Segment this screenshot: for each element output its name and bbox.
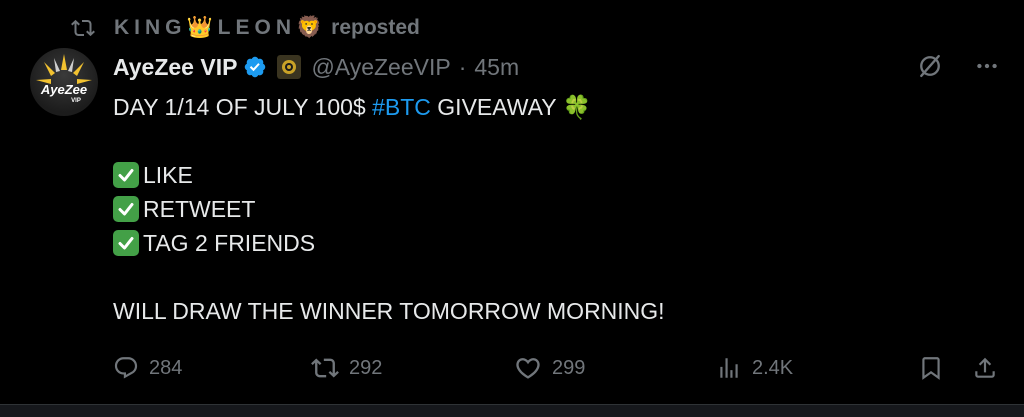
- tweet-closing: WILL DRAW THE WINNER TOMORROW MORNING!: [113, 298, 665, 324]
- like-count: 299: [552, 357, 586, 379]
- tweet-item: TAG 2 FRIENDS: [113, 226, 873, 260]
- verified-badge-icon[interactable]: [243, 55, 267, 79]
- bookmark-icon: [922, 357, 940, 380]
- views-count: 2.4K: [752, 357, 794, 379]
- reply-button[interactable]: 284: [113, 350, 182, 386]
- tweet-header: AyeZee VIP @AyeZeeVIP · 45m: [113, 50, 519, 84]
- tweet-text: DAY 1/14 OF JULY 100$ #BTC GIVEAWAY 🍀 LI…: [113, 90, 873, 328]
- check-mark-icon: [113, 162, 139, 188]
- header-actions: [916, 52, 1000, 80]
- tweet-item-text: RETWEET: [143, 196, 256, 222]
- reposted-label: reposted: [331, 16, 420, 39]
- more-icon[interactable]: [974, 53, 1000, 79]
- lion-emoji: 🦁: [296, 16, 328, 40]
- reply-count: 284: [149, 357, 183, 379]
- next-tweet-divider: [0, 404, 1024, 417]
- retweet-button[interactable]: 292: [311, 350, 382, 386]
- avatar-logo-icon: AyeZee VIP: [36, 54, 92, 104]
- tweet-item-text: LIKE: [143, 162, 193, 188]
- views-icon: [720, 358, 738, 378]
- tweet-time[interactable]: 45m: [474, 54, 519, 81]
- tweet-item: RETWEET: [113, 192, 873, 226]
- retweet-icon: [311, 358, 339, 378]
- author-handle[interactable]: @AyeZeeVIP: [311, 54, 450, 81]
- tweet-line-title: DAY 1/14 OF JULY 100$ #BTC GIVEAWAY 🍀: [113, 90, 873, 124]
- crown-emoji: 👑: [186, 16, 218, 40]
- reply-icon: [114, 357, 138, 379]
- avatar[interactable]: AyeZee VIP: [30, 48, 98, 116]
- repost-header[interactable]: KING👑LEON🦁 reposted: [70, 14, 420, 42]
- avatar-subtext: VIP: [71, 98, 81, 104]
- tweet-title-suffix: GIVEAWAY: [430, 94, 563, 120]
- reposter-name[interactable]: KING👑LEON🦁: [114, 16, 327, 40]
- reposter-name-part1: KING: [114, 15, 187, 39]
- tweet-title-prefix: DAY 1/14 OF JULY 100$: [113, 94, 373, 120]
- check-mark-icon: [113, 230, 139, 256]
- author-display-name[interactable]: AyeZee VIP: [113, 54, 237, 81]
- share-button[interactable]: [972, 350, 1008, 386]
- heart-icon: [516, 358, 540, 379]
- avatar-text: AyeZee: [40, 82, 87, 97]
- reposter-name-part2: LEON: [217, 15, 296, 39]
- retweet-count: 292: [349, 357, 383, 379]
- tweet-item-text: TAG 2 FRIENDS: [143, 230, 316, 256]
- separator-dot: ·: [458, 53, 467, 80]
- like-button[interactable]: 299: [514, 350, 585, 386]
- hashtag-link[interactable]: #BTC: [372, 90, 431, 124]
- repost-icon: [71, 19, 95, 37]
- affiliate-badge-icon[interactable]: [277, 55, 302, 79]
- bookmark-button[interactable]: [918, 350, 954, 386]
- check-mark-icon: [113, 196, 139, 222]
- share-icon: [975, 357, 995, 378]
- tweet-action-bar: 284 292 299 2.4K: [113, 350, 1003, 386]
- views-button[interactable]: 2.4K: [716, 350, 793, 386]
- grok-icon[interactable]: [916, 52, 944, 80]
- tweet-item: LIKE: [113, 158, 873, 192]
- clover-emoji: 🍀: [562, 94, 592, 120]
